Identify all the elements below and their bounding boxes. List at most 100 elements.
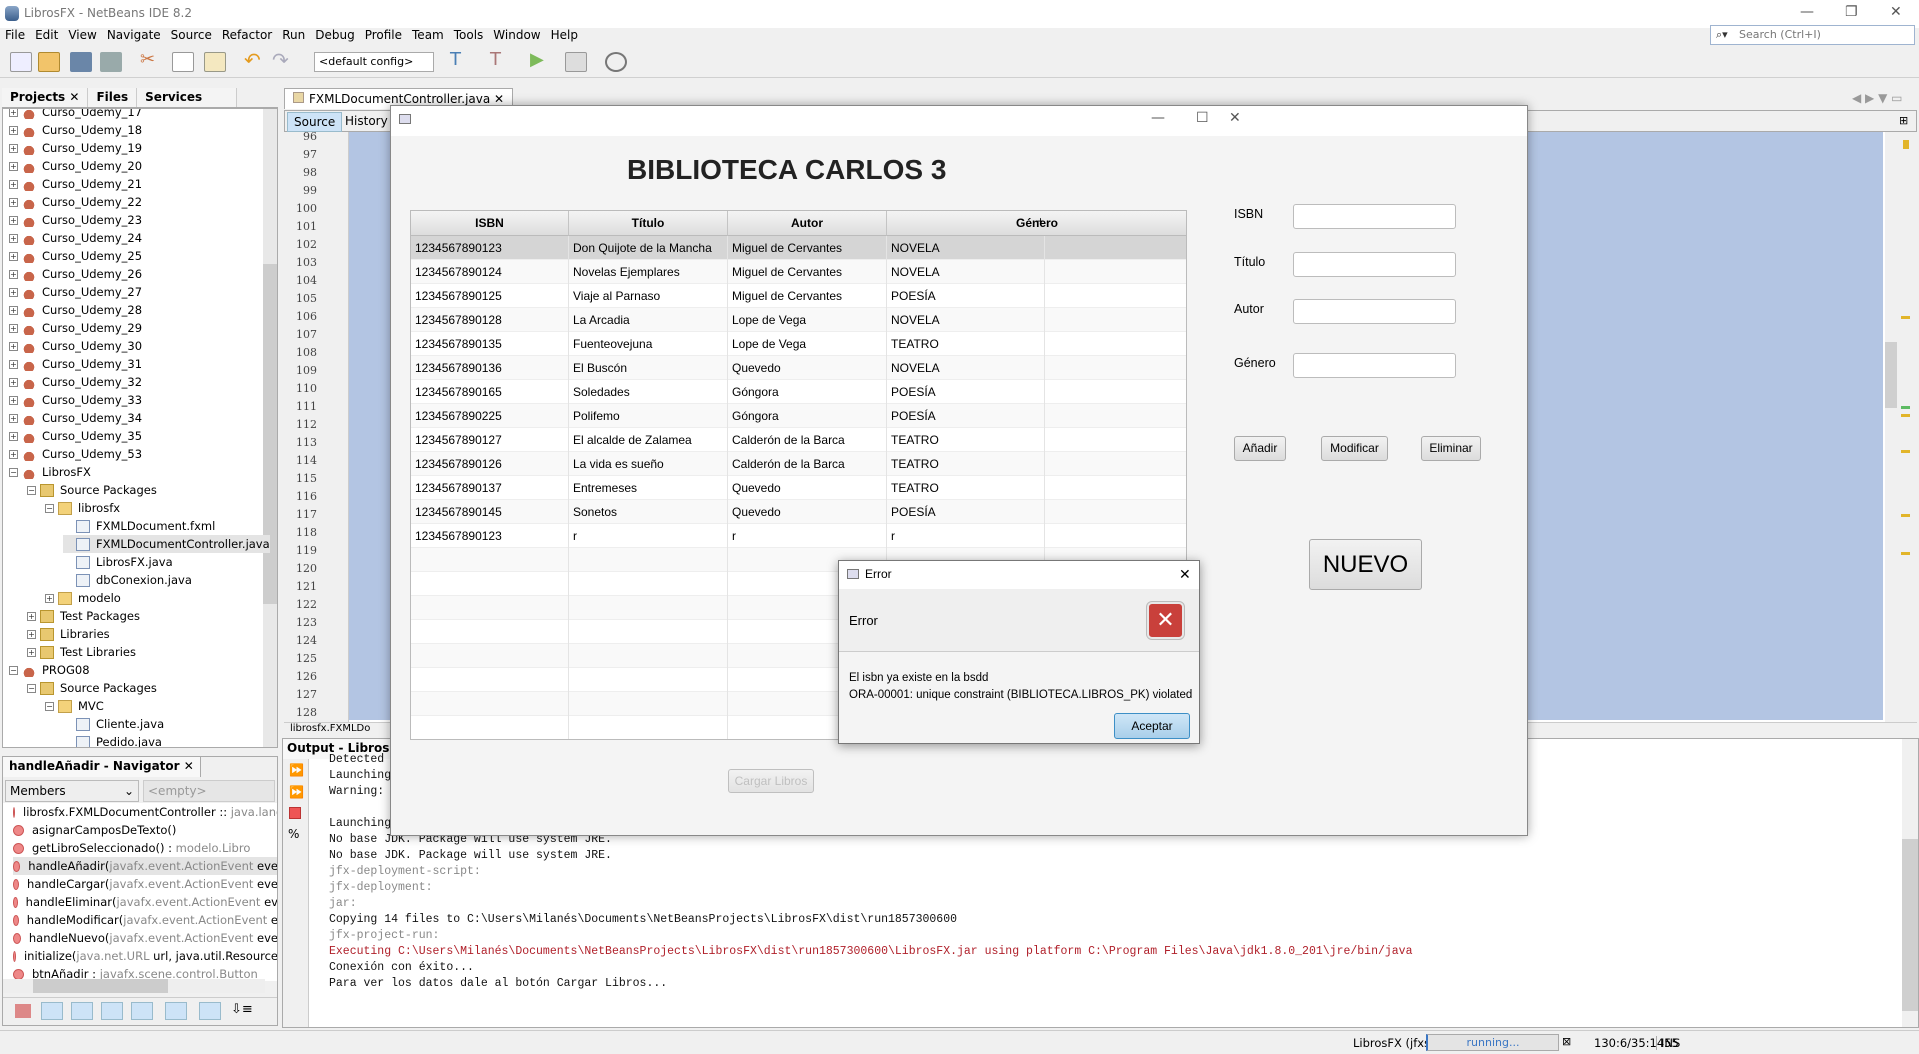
tree-item[interactable]: − Source Packages [27,481,157,499]
tree-item[interactable]: + Curso_Udemy_33 [9,391,142,409]
expander-icon[interactable]: + [9,323,18,333]
expander-icon[interactable]: − [9,467,18,477]
menu-tools[interactable]: Tools [449,26,489,46]
tree-item[interactable]: − LibrosFX [9,463,91,481]
tree-item[interactable]: − librosfx [45,499,120,517]
tree-item[interactable]: Pedido.java [63,733,162,747]
expander-icon[interactable]: + [45,593,54,603]
tree-item[interactable]: + modelo [45,589,121,607]
close-button[interactable]: ✕ [1890,4,1902,20]
tab-files[interactable]: Files [88,88,138,107]
expander-icon[interactable]: + [9,215,18,225]
tree-item[interactable]: Cliente.java [63,715,164,733]
menu-profile[interactable]: Profile [360,26,407,46]
column-header[interactable]: Título [569,211,728,236]
restore-button[interactable]: ❐ [1845,4,1858,20]
menu-file[interactable]: File [0,26,30,46]
expander-icon[interactable]: + [9,449,18,459]
expander-icon[interactable]: + [9,197,18,207]
table-row[interactable]: 1234567890128 La Arcadia Lope de Vega NOVEL… [411,308,1186,332]
tree-item[interactable]: + Test Packages [27,607,140,625]
expander-icon[interactable]: + [9,143,18,153]
scroll-thumb[interactable] [1902,839,1918,1011]
navigator-member[interactable]: handleAñadir(javafx.event.ActionEvent ev… [13,857,277,875]
tree-item[interactable]: + Curso_Udemy_53 [9,445,142,463]
autor-input[interactable] [1293,299,1456,324]
scroll-thumb[interactable] [263,264,277,604]
expander-icon[interactable]: + [9,161,18,171]
tab-nav-icons[interactable]: ◀ ▶ ▼ ▭ [1852,91,1902,105]
expander-icon[interactable]: − [45,701,54,711]
expander-icon[interactable]: + [9,125,18,135]
table-row[interactable]: 1234567890124 Novelas Ejemplares Miguel de… [411,260,1186,284]
load-books-button[interactable]: Cargar Libros [728,769,814,793]
expander-icon[interactable]: − [9,665,18,675]
menu-edit[interactable]: Edit [30,26,63,46]
save-all-icon[interactable] [100,52,122,72]
navigator-member[interactable]: handleNuevo(javafx.event.ActionEvent eve [13,929,277,947]
expander-icon[interactable]: + [9,341,18,351]
delete-button[interactable]: Eliminar [1421,436,1481,461]
show-inner-classes-icon[interactable] [131,1002,153,1020]
tree-item[interactable]: + Curso_Udemy_27 [9,283,142,301]
tree-item[interactable]: + Curso_Udemy_24 [9,229,142,247]
menu-view[interactable]: View [63,26,101,46]
undo-icon[interactable]: ↶ [244,48,266,72]
tree-item[interactable]: + Curso_Udemy_31 [9,355,142,373]
table-row[interactable]: 1234567890126 La vida es sueño Calderón de… [411,452,1186,476]
tree-item[interactable]: + Curso_Udemy_28 [9,301,142,319]
profile-icon[interactable] [605,52,627,72]
expander-icon[interactable]: − [45,503,54,513]
tree-item[interactable]: − PROG08 [9,661,90,679]
titulo-input[interactable] [1293,252,1456,277]
navigator-member[interactable]: librosfx.FXMLDocumentController :: java.… [13,803,277,821]
expander-icon[interactable]: + [9,233,18,243]
cancel-task-icon[interactable]: ⊠ [1562,1035,1571,1048]
menu-help[interactable]: Help [546,26,583,46]
expander-icon[interactable]: + [9,109,18,117]
tree-item[interactable]: + Curso_Udemy_35 [9,427,142,445]
accept-button[interactable]: Aceptar [1114,713,1190,739]
new-file-icon[interactable] [10,52,32,72]
menu-refactor[interactable]: Refactor [217,26,277,46]
table-row[interactable]: 1234567890165 Soledades Góngora POESÍA [411,380,1186,404]
table-row[interactable]: 1234567890125 Viaje al Parnaso Miguel de C… [411,284,1186,308]
scroll-thumb[interactable] [33,979,168,993]
minimize-button[interactable]: — [1800,4,1814,20]
tree-item[interactable]: + Test Libraries [27,643,136,661]
redo-icon[interactable]: ↷ [272,48,294,72]
tree-item[interactable]: FXMLDocument.fxml [63,517,215,535]
column-menu-icon[interactable]: + [1037,214,1044,228]
table-row[interactable]: 1234567890123 r r r [411,524,1186,548]
split-icon[interactable]: ⊞ [1899,114,1908,127]
progress-bar[interactable]: running... [1426,1034,1559,1051]
sort-alpha-icon[interactable] [199,1002,221,1020]
genero-input[interactable] [1293,353,1456,378]
expander-icon[interactable]: + [9,413,18,423]
table-row[interactable]: 1234567890136 El Buscón Quevedo NOVELA [411,356,1186,380]
copy-icon[interactable] [172,52,194,72]
expander-icon[interactable]: + [9,179,18,189]
menu-run[interactable]: Run [277,26,310,46]
tab-projects[interactable]: Projects ✕ [2,88,89,107]
tree-item[interactable]: + Curso_Udemy_34 [9,409,142,427]
tree-item[interactable]: + Curso_Udemy_20 [9,157,142,175]
app-close-button[interactable]: ✕ [1229,110,1241,126]
menu-navigate[interactable]: Navigate [102,26,166,46]
tree-item[interactable]: + Curso_Udemy_22 [9,193,142,211]
tree-item[interactable]: + Curso_Udemy_29 [9,319,142,337]
cut-icon[interactable]: ✂ [140,49,162,70]
table-row[interactable]: 1234567890127 El alcalde de Zalamea Calder… [411,428,1186,452]
tree-item[interactable]: FXMLDocumentController.java [63,535,270,553]
tree-item[interactable]: + Libraries [27,625,110,643]
new-button[interactable]: NUEVO [1309,539,1422,590]
tree-item[interactable]: + Curso_Udemy_23 [9,211,142,229]
run-icon[interactable]: ▶ [530,49,552,70]
expander-icon[interactable]: − [27,485,36,495]
build-icon[interactable]: T [450,49,472,70]
dialog-close-button[interactable]: ✕ [1179,566,1191,583]
table-row[interactable]: 1234567890135 Fuenteovejuna Lope de Vega TE… [411,332,1186,356]
tree-item[interactable]: + Curso_Udemy_32 [9,373,142,391]
column-header[interactable]: ISBN [411,211,569,236]
table-row[interactable]: 1234567890225 Polifemo Góngora POESÍA [411,404,1186,428]
